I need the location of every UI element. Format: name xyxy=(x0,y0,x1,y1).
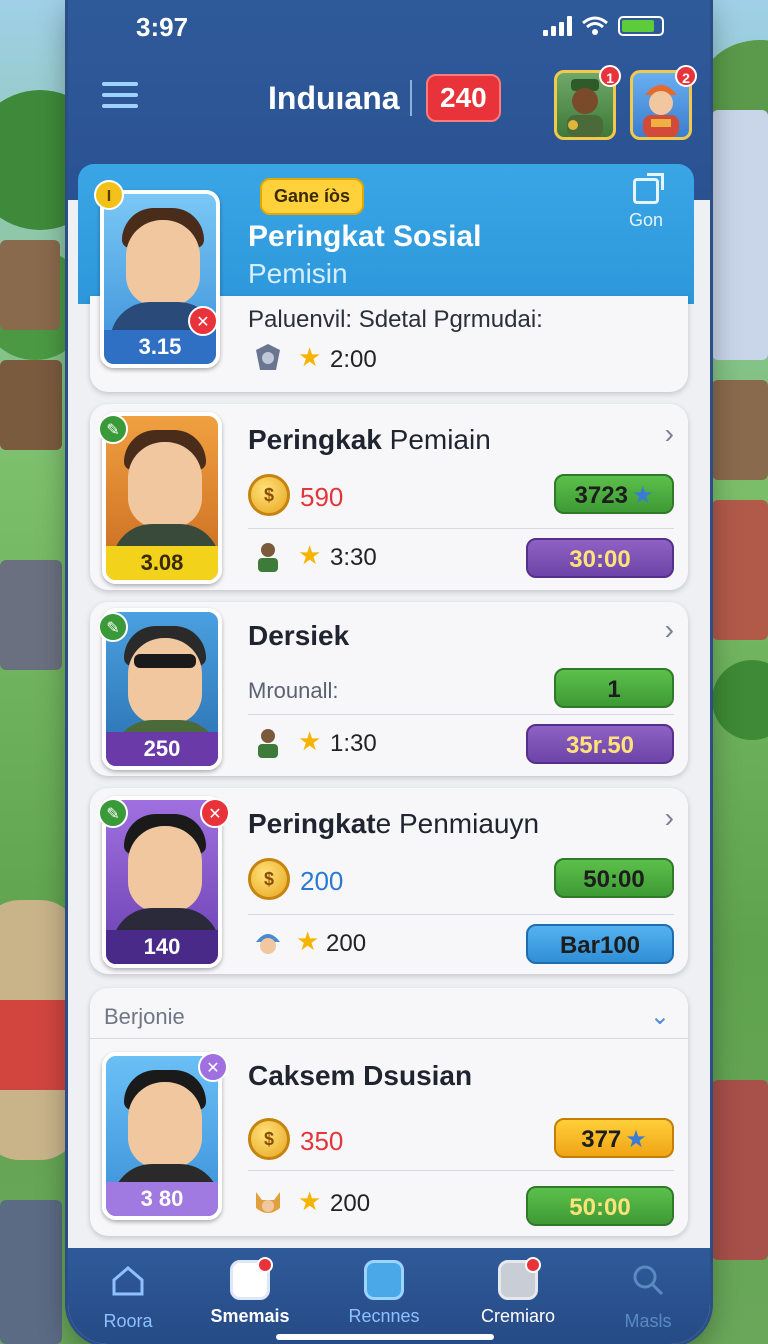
portrait-number: 3 80 xyxy=(106,1182,218,1216)
nav-challenges[interactable]: Cremiaro xyxy=(458,1257,578,1327)
star-value: 3:30 xyxy=(330,544,377,571)
share-icon xyxy=(633,173,664,204)
timer-pill[interactable]: 30:00 xyxy=(526,538,674,578)
chevron-down-icon[interactable]: ⌄ xyxy=(650,1002,670,1031)
star-value: 200 xyxy=(326,930,367,957)
notification-dot xyxy=(257,1257,273,1273)
coin-value: 590 xyxy=(300,482,344,512)
soldier-icon xyxy=(258,543,278,572)
home-icon xyxy=(112,1266,144,1296)
portrait-number: 3.08 xyxy=(106,546,218,580)
nav-rankings[interactable]: Recnnes xyxy=(324,1260,444,1327)
notification-dot xyxy=(525,1257,541,1273)
app-title: Induıana xyxy=(268,80,400,116)
status-bar: 3:97 xyxy=(68,8,710,44)
coin-value: 200 xyxy=(300,866,344,896)
score-pill[interactable]: 50:00 xyxy=(554,858,674,898)
ranking-section-card: Berjonie ⌄ 3 80 ✕ Caksem Dsusian $ 350 3… xyxy=(90,988,688,1236)
star-icon: ★ xyxy=(298,540,322,570)
card-title: Peringkak Pemiain xyxy=(248,424,491,455)
star-icon: ★ xyxy=(298,342,322,372)
home-indicator xyxy=(276,1334,494,1340)
coin-icon: $ xyxy=(248,858,290,900)
reward-pill[interactable]: Bar100 xyxy=(526,924,674,964)
coin-icon: $ xyxy=(248,1118,290,1160)
game-chip[interactable]: Gane íòs xyxy=(260,178,365,215)
star-icon: ★ xyxy=(625,1126,647,1153)
nav-search[interactable]: Masls xyxy=(588,1260,708,1332)
helmet-icon xyxy=(256,934,280,954)
chevron-right-icon[interactable]: › xyxy=(665,802,674,834)
score-pill[interactable]: 3723 ★ xyxy=(554,474,674,514)
bottom-navigation: Roora Smemais Recnnes Cremiaro Masls xyxy=(68,1248,710,1344)
avatar-1-notif-badge: 1 xyxy=(599,65,621,87)
count-badge: 240 xyxy=(426,74,501,122)
ranking-card[interactable]: 250 ✎ Dersiek › Mrounall: 1 ★ 1:30 35r.5… xyxy=(90,602,688,776)
star-icon: ★ xyxy=(631,482,654,509)
friend-avatar-2[interactable]: 2 xyxy=(630,65,697,140)
signal-icon xyxy=(543,16,572,36)
knight-icon xyxy=(256,344,280,370)
header-divider xyxy=(410,80,412,116)
timer-pill[interactable]: 50:00 xyxy=(526,1186,674,1226)
wifi-icon xyxy=(582,16,608,35)
share-button[interactable]: Gon xyxy=(616,173,676,231)
share-label: Gon xyxy=(628,210,664,230)
check-icon xyxy=(498,1257,541,1300)
portrait-number: 250 xyxy=(106,732,218,766)
chevron-right-icon[interactable]: › xyxy=(665,418,674,450)
cat-hood-icon xyxy=(256,1192,280,1213)
timer-pill[interactable]: 35r.50 xyxy=(526,724,674,764)
avatar-2-notif-badge: 2 xyxy=(675,65,697,87)
card-title: Caksem Dsusian xyxy=(248,1060,473,1091)
nav-schedule[interactable]: Smemais xyxy=(190,1257,310,1327)
player-portrait[interactable]: 3.15 xyxy=(100,190,220,368)
star-icon: ★ xyxy=(298,1186,322,1216)
star-icon: ★ xyxy=(298,726,322,756)
nav-home[interactable]: Roora xyxy=(68,1260,188,1332)
menu-button[interactable] xyxy=(102,82,138,112)
panel-subtitle: Pemisin xyxy=(248,258,348,289)
star-value: 1:30 xyxy=(330,730,377,757)
close-badge-icon[interactable]: ✕ xyxy=(200,798,230,828)
calendar-icon xyxy=(230,1257,273,1300)
trophy-icon xyxy=(364,1260,404,1300)
edit-badge-icon: ✎ xyxy=(98,798,128,828)
chevron-right-icon[interactable]: › xyxy=(665,614,674,646)
section-label: Berjonie xyxy=(104,1004,185,1029)
phone-frame: 3:97 Induıana 240 1 2 Gane íòs Peringkat… xyxy=(68,0,710,1344)
battery-icon xyxy=(618,16,664,36)
star-icon: ★ xyxy=(296,926,320,956)
score-pill[interactable]: 1 xyxy=(554,668,674,708)
ranking-card[interactable]: 3.08 ✎ Peringkak Pemiain › $ 590 3723 ★ ★… xyxy=(90,404,688,590)
app-header: Induıana 240 1 2 xyxy=(68,60,710,140)
star-value: 2:00 xyxy=(330,346,377,373)
metric-label: Mrounall: xyxy=(248,678,339,703)
coin-value: 350 xyxy=(300,1126,344,1156)
level-badge: I xyxy=(94,180,124,210)
close-badge-icon[interactable]: ✕ xyxy=(188,306,218,336)
search-icon xyxy=(633,1265,664,1296)
star-value: 200 xyxy=(330,1190,371,1217)
portrait-number: 140 xyxy=(106,930,218,964)
ranking-card[interactable]: 140 ✎ ✕ Peringkate Penmiauyn › $ 200 50:… xyxy=(90,788,688,974)
status-time: 3:97 xyxy=(136,12,189,42)
card-title: Dersiek xyxy=(248,620,350,651)
status-icons xyxy=(543,16,664,36)
close-badge-icon[interactable]: ✕ xyxy=(198,1052,228,1082)
edit-badge-icon: ✎ xyxy=(98,414,128,444)
card-title: Peringkate Penmiauyn xyxy=(248,808,540,839)
edit-badge-icon: ✎ xyxy=(98,612,128,642)
coin-icon: $ xyxy=(248,474,290,516)
soldier-icon xyxy=(258,729,278,758)
card-detail-line: Paluenvil: Sdetal Pgrmudai: xyxy=(248,306,543,333)
score-pill[interactable]: 377 ★ xyxy=(554,1118,674,1158)
friend-avatar-1[interactable]: 1 xyxy=(554,65,621,140)
panel-title: Peringkat Sosial xyxy=(248,220,482,253)
